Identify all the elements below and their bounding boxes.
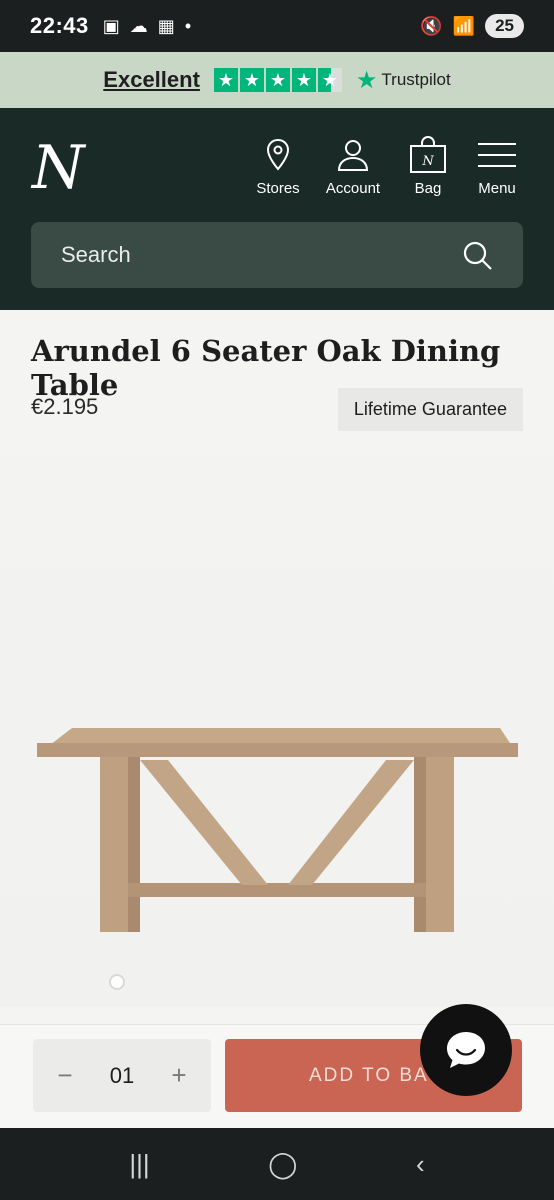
quantity-stepper[interactable]: − 01 +: [33, 1039, 211, 1112]
product-price: €2.195: [31, 394, 99, 419]
nav-stores-label: Stores: [256, 180, 300, 197]
increase-quantity-button[interactable]: +: [167, 1060, 191, 1091]
trustpilot-logo: ★ Trustpilot: [356, 66, 451, 95]
lifetime-guarantee-badge[interactable]: Lifetime Guarantee: [337, 388, 523, 431]
user-icon: [337, 140, 369, 171]
star-icon: ★: [265, 68, 290, 92]
carousel-dot-active[interactable]: [109, 974, 125, 990]
home-icon[interactable]: ◯: [268, 1149, 297, 1180]
hamburger-menu-icon: [478, 143, 516, 167]
search-input[interactable]: [61, 242, 461, 268]
svg-text:N: N: [421, 154, 434, 169]
nav-menu-label: Menu: [478, 180, 516, 197]
nav-stores[interactable]: Stores: [240, 136, 316, 197]
wifi-icon: 📶: [452, 15, 476, 36]
status-time: 22:43: [30, 13, 89, 38]
half-star-icon: ★: [317, 68, 342, 92]
status-right-icons: 🔇 📶 25: [420, 14, 524, 38]
trust-stars: ★ ★ ★ ★ ★: [213, 68, 342, 92]
product-image-carousel[interactable]: [0, 455, 554, 1007]
status-left-icons: ▣ ☁ ▦ •: [103, 16, 191, 37]
back-icon[interactable]: ‹: [416, 1149, 425, 1180]
cloud-icon: ☁: [129, 15, 148, 36]
search-icon[interactable]: [461, 239, 493, 271]
system-navigation-bar: ||| ◯ ‹: [0, 1128, 554, 1200]
calendar-icon: ▦: [157, 15, 175, 36]
location-pin-icon: [266, 138, 290, 171]
quantity-value: 01: [109, 1062, 135, 1088]
recent-apps-icon[interactable]: |||: [129, 1149, 149, 1180]
star-icon: ★: [213, 68, 238, 92]
star-icon: ★: [239, 68, 264, 92]
trustpilot-brand: Trustpilot: [381, 70, 451, 89]
dining-table-image: [37, 728, 518, 932]
nav-bag[interactable]: N Bag: [390, 136, 466, 197]
dot-icon: •: [184, 15, 192, 36]
screenshot-icon: ▣: [102, 15, 120, 36]
chat-button[interactable]: [420, 1004, 512, 1096]
nav-account[interactable]: Account: [315, 136, 391, 197]
mute-icon: 🔇: [420, 15, 443, 36]
decrease-quantity-button[interactable]: −: [53, 1060, 77, 1091]
nav-menu[interactable]: Menu: [459, 136, 535, 197]
trust-rating-text[interactable]: Excellent: [103, 67, 200, 93]
trustpilot-star-icon: ★: [355, 66, 378, 94]
star-icon: ★: [291, 68, 316, 92]
site-logo[interactable]: N: [32, 138, 85, 198]
chat-icon: [447, 1032, 485, 1068]
search-bar[interactable]: [31, 222, 523, 288]
nav-bag-label: Bag: [414, 180, 442, 197]
shopping-bag-icon: N: [410, 136, 446, 173]
status-bar: 22:43 ▣ ☁ ▦ • 🔇 📶 25: [0, 0, 554, 52]
trustpilot-banner[interactable]: Excellent ★ ★ ★ ★ ★ ★ Trustpilot: [0, 52, 554, 108]
nav-account-label: Account: [325, 180, 381, 197]
battery-indicator: 25: [485, 14, 524, 38]
